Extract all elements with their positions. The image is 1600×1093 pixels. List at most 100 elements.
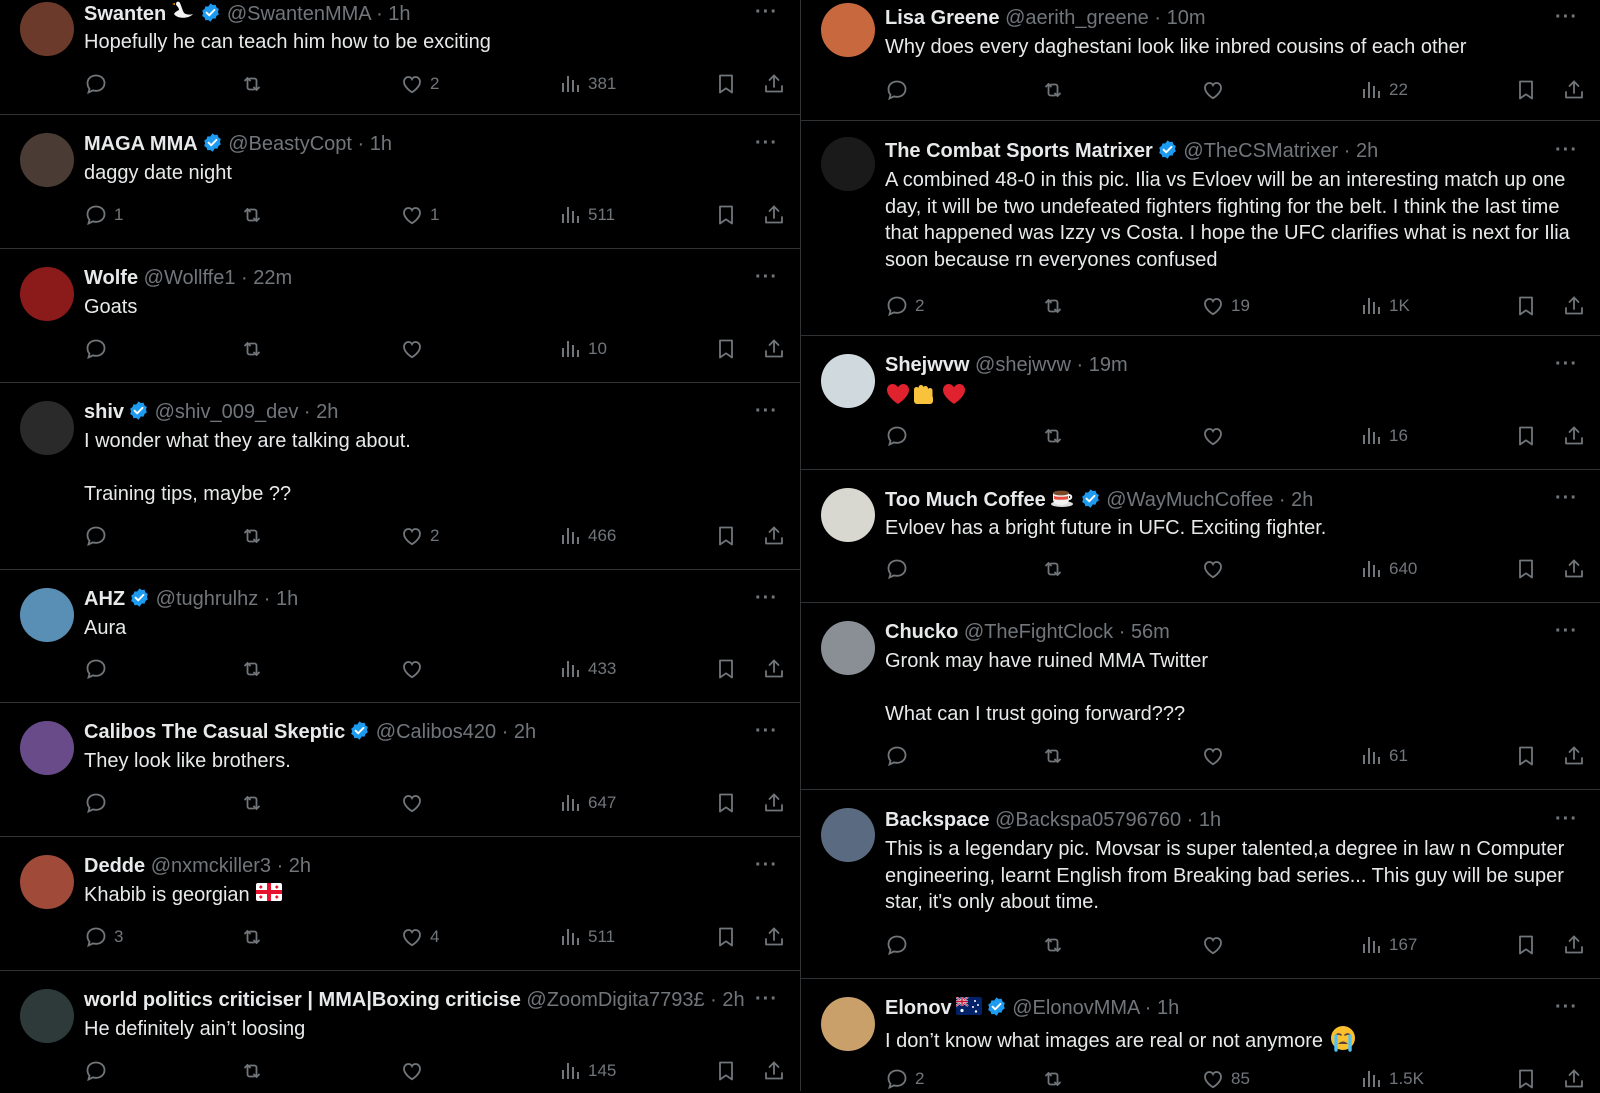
tweet[interactable]: MAGA MMA @BeastyCopt · 1h ··· daggy date n… — [0, 115, 800, 249]
timestamp[interactable]: 2h — [722, 989, 744, 1011]
more-icon[interactable]: ··· — [755, 267, 778, 287]
views-button[interactable]: 167 — [1359, 931, 1417, 959]
timestamp[interactable]: 1h — [1157, 997, 1179, 1019]
like-button[interactable] — [400, 789, 430, 817]
share-button[interactable] — [1562, 76, 1586, 104]
share-button[interactable] — [1562, 555, 1586, 583]
retweet-button[interactable] — [240, 1057, 264, 1085]
reply-button[interactable] — [885, 422, 915, 450]
bookmark-button[interactable] — [714, 655, 738, 683]
reply-button[interactable] — [84, 655, 114, 683]
display-name[interactable]: Backspace — [885, 809, 990, 831]
timestamp[interactable]: 2h — [316, 401, 338, 423]
timestamp[interactable]: 2h — [1291, 489, 1313, 511]
user-handle[interactable]: @SwantenMMA — [227, 3, 371, 25]
views-button[interactable]: 1K — [1359, 292, 1410, 320]
bookmark-button[interactable] — [714, 201, 738, 229]
tweet[interactable]: Shejwvw @shejwvw · 19m ··· 16 — [801, 336, 1600, 470]
display-name[interactable]: Wolfe — [84, 267, 138, 289]
bookmark-button[interactable] — [1514, 76, 1538, 104]
views-button[interactable]: 381 — [558, 70, 616, 98]
like-button[interactable] — [1201, 422, 1231, 450]
display-name[interactable]: shiv — [84, 401, 124, 423]
retweet-button[interactable] — [240, 70, 264, 98]
retweet-button[interactable] — [1041, 931, 1065, 959]
timestamp[interactable]: 22m — [253, 267, 292, 289]
avatar[interactable] — [20, 855, 74, 909]
tweet[interactable]: shiv @shiv_009_dev · 2h ··· I wonder what … — [0, 383, 800, 570]
avatar[interactable] — [20, 133, 74, 187]
reply-button[interactable] — [84, 522, 114, 550]
display-name[interactable]: Lisa Greene — [885, 7, 1000, 29]
like-button[interactable] — [1201, 931, 1231, 959]
tweet[interactable]: Lisa Greene @aerith_greene · 10m ··· Why d… — [801, 0, 1600, 121]
views-button[interactable]: 16 — [1359, 422, 1408, 450]
avatar[interactable] — [821, 621, 875, 675]
avatar[interactable] — [821, 488, 875, 542]
timestamp[interactable]: 19m — [1089, 354, 1128, 376]
retweet-button[interactable] — [1041, 76, 1065, 104]
bookmark-button[interactable] — [1514, 292, 1538, 320]
reply-button[interactable]: 3 — [84, 923, 123, 951]
reply-button[interactable] — [885, 76, 915, 104]
bookmark-button[interactable] — [1514, 742, 1538, 770]
avatar[interactable] — [821, 997, 875, 1051]
display-name[interactable]: Swanten — [84, 3, 166, 25]
tweet[interactable]: AHZ @tughrulhz · 1h ··· Aura 433 — [0, 570, 800, 703]
like-button[interactable] — [400, 335, 430, 363]
like-button[interactable] — [400, 1057, 430, 1085]
reply-button[interactable] — [84, 70, 114, 98]
bookmark-button[interactable] — [714, 522, 738, 550]
like-button[interactable]: 19 — [1201, 292, 1250, 320]
tweet[interactable]: The Combat Sports Matrixer @TheCSMatrixe… — [801, 121, 1600, 336]
avatar[interactable] — [821, 3, 875, 57]
timestamp[interactable]: 2h — [514, 721, 536, 743]
views-button[interactable]: 61 — [1359, 742, 1408, 770]
more-icon[interactable]: ··· — [755, 588, 778, 608]
like-button[interactable]: 4 — [400, 923, 439, 951]
user-handle[interactable]: @aerith_greene — [1005, 7, 1149, 29]
retweet-button[interactable] — [240, 335, 264, 363]
like-button[interactable] — [1201, 742, 1231, 770]
reply-button[interactable] — [885, 742, 915, 770]
share-button[interactable] — [1562, 422, 1586, 450]
more-icon[interactable]: ··· — [1555, 997, 1578, 1017]
views-button[interactable]: 466 — [558, 522, 616, 550]
like-button[interactable]: 85 — [1201, 1065, 1250, 1093]
timestamp[interactable]: 1h — [1199, 809, 1221, 831]
reply-button[interactable] — [84, 789, 114, 817]
display-name[interactable]: Dedde — [84, 855, 145, 877]
more-icon[interactable]: ··· — [1555, 7, 1578, 27]
retweet-button[interactable] — [1041, 422, 1065, 450]
bookmark-button[interactable] — [714, 923, 738, 951]
bookmark-button[interactable] — [1514, 422, 1538, 450]
views-button[interactable]: 647 — [558, 789, 616, 817]
more-icon[interactable]: ··· — [755, 989, 778, 1009]
avatar[interactable] — [821, 354, 875, 408]
timestamp[interactable]: 10m — [1167, 7, 1206, 29]
views-button[interactable]: 10 — [558, 335, 607, 363]
user-handle[interactable]: @Wollffe1 — [144, 267, 236, 289]
avatar[interactable] — [20, 267, 74, 321]
more-icon[interactable]: ··· — [1555, 809, 1578, 829]
like-button[interactable]: 2 — [400, 522, 439, 550]
user-handle[interactable]: @shejwvw — [975, 354, 1071, 376]
share-button[interactable] — [762, 789, 786, 817]
share-button[interactable] — [1562, 1065, 1586, 1093]
user-handle[interactable]: @TheFightClock — [964, 621, 1113, 643]
bookmark-button[interactable] — [714, 1057, 738, 1085]
views-button[interactable]: 1.5K — [1359, 1065, 1424, 1093]
bookmark-button[interactable] — [714, 70, 738, 98]
more-icon[interactable]: ··· — [1555, 621, 1578, 641]
display-name[interactable]: Shejwvw — [885, 354, 969, 376]
bookmark-button[interactable] — [714, 789, 738, 817]
display-name[interactable]: MAGA MMA — [84, 133, 198, 155]
user-handle[interactable]: @tughrulhz — [156, 588, 259, 610]
views-button[interactable]: 145 — [558, 1057, 616, 1085]
tweet[interactable]: Elonov @ElonovMMA · 1h ··· I don’t know wh… — [801, 979, 1600, 1091]
bookmark-button[interactable] — [1514, 931, 1538, 959]
user-handle[interactable]: @nxmckiller3 — [151, 855, 271, 877]
user-handle[interactable]: @ZoomDigita7793£ — [526, 989, 704, 1011]
share-button[interactable] — [762, 335, 786, 363]
share-button[interactable] — [1562, 292, 1586, 320]
